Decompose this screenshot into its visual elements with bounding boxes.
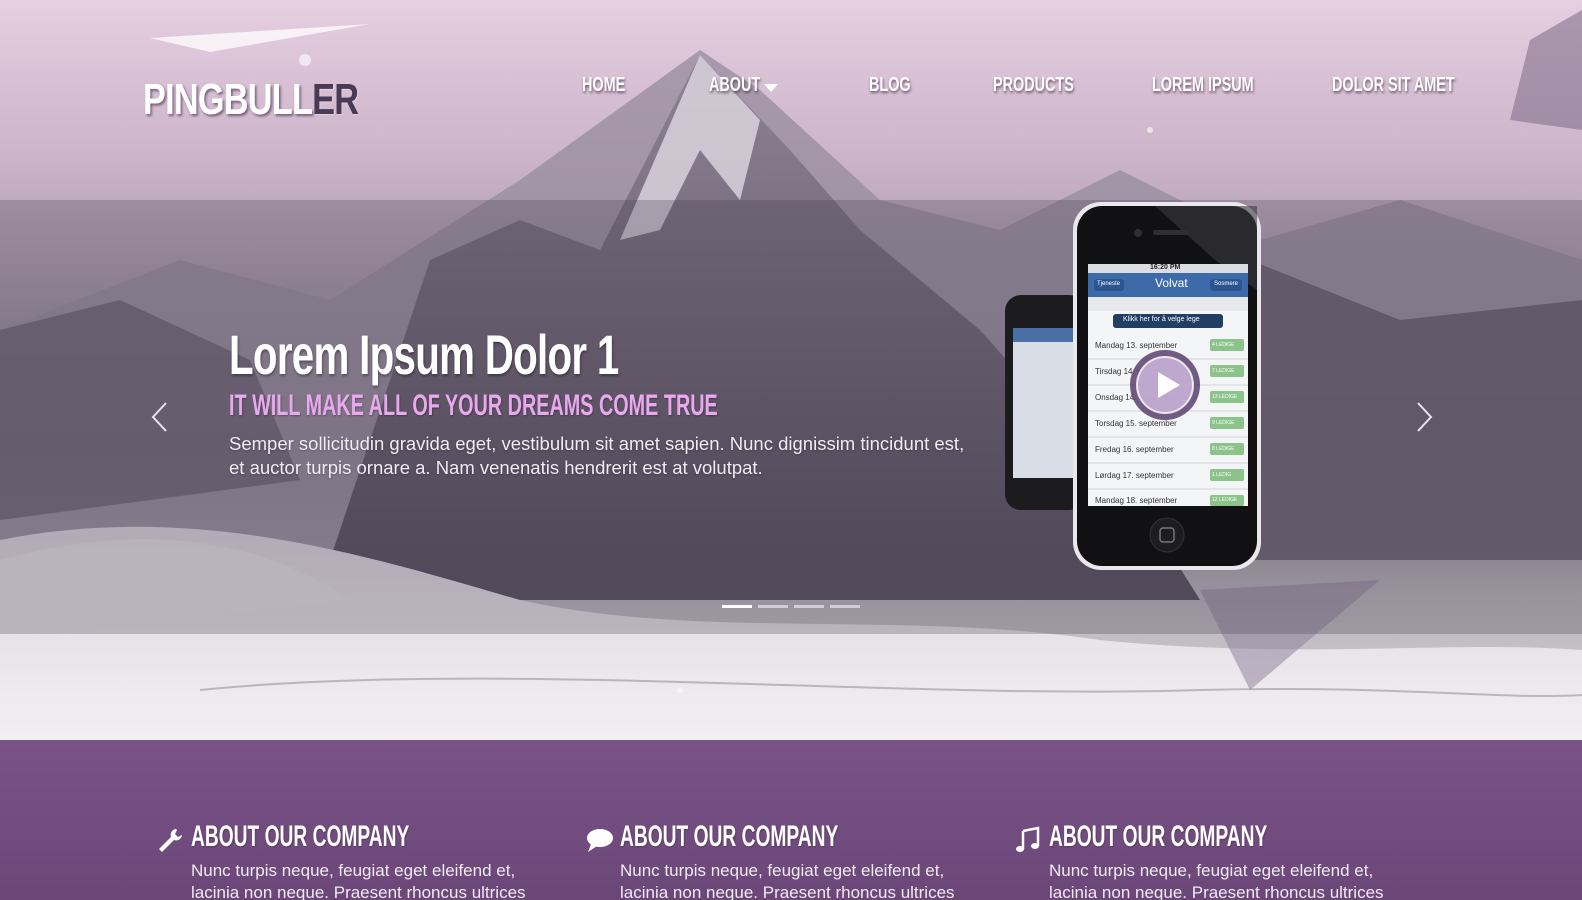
phone-row-badge: 8 LEDIGE bbox=[1212, 446, 1235, 452]
slider-prev-arrow-icon[interactable] bbox=[148, 400, 172, 434]
slide-title: Lorem Ipsum Dolor 1 bbox=[229, 323, 619, 386]
feature-text-line: Nunc turpis neque, feugiat eget eleifend… bbox=[191, 861, 516, 880]
slider-dot-2[interactable] bbox=[758, 605, 788, 608]
feature-text-line: lacinia non neque. Praesent rhoncus ultr… bbox=[1049, 883, 1384, 900]
video-play-icon[interactable] bbox=[1127, 347, 1203, 423]
about-dropdown-caret-icon[interactable] bbox=[764, 84, 778, 92]
phone-row-day: Mandag 18. september bbox=[1095, 496, 1178, 505]
feature-text-line: Nunc turpis neque, feugiat eget eleifend… bbox=[1049, 861, 1374, 880]
phone-row-badge: 12 LEDIGE bbox=[1212, 497, 1238, 503]
phone-status-time: 16:20 PM bbox=[1150, 264, 1181, 271]
logo-main-text: PINGBULL bbox=[143, 75, 313, 124]
feature-text-line: lacinia non neque. Praesent rhoncus ultr… bbox=[620, 883, 955, 900]
music-note-icon bbox=[1016, 826, 1040, 852]
slide-subtitle: IT WILL MAKE ALL OF YOUR DREAMS COME TRU… bbox=[229, 389, 718, 422]
phone-row-badge: 1 LEDIG bbox=[1212, 472, 1232, 478]
speech-bubble-icon bbox=[587, 829, 613, 852]
nav-item-products[interactable]: PRODUCTS bbox=[993, 74, 1074, 97]
nav-item-home[interactable]: HOME bbox=[582, 74, 625, 97]
feature-title: ABOUT OUR COMPANY bbox=[1049, 820, 1268, 853]
slider-dot-1[interactable] bbox=[722, 605, 752, 608]
phone-row-day: Fredag 16. september bbox=[1095, 445, 1174, 454]
phone-row-badge: 7 LEDIGE bbox=[1212, 368, 1235, 374]
site-logo[interactable]: PINGBULLER bbox=[143, 75, 359, 125]
feature-title: ABOUT OUR COMPANY bbox=[191, 820, 410, 853]
phone-select-doctor-button: Klikk her for å velge lege bbox=[1123, 316, 1200, 323]
feature-text-line: lacinia non neque. Praesent rhoncus ultr… bbox=[191, 883, 526, 900]
nav-item-dolor-sit-amet[interactable]: DOLOR SIT AMET bbox=[1332, 74, 1455, 97]
slide-description: Semper sollicitudin gravida eget, vestib… bbox=[229, 433, 965, 478]
phone-row-badge: 13 LEDIGE bbox=[1212, 394, 1238, 400]
slider-dot-3[interactable] bbox=[794, 605, 824, 608]
phone-mockup: 16:20 PM Tjeneste Volvat Sosmere Klikk h… bbox=[1005, 200, 1275, 580]
logo-accent-text: ER bbox=[312, 75, 359, 124]
feature-text-line: Nunc turpis neque, feugiat eget eleifend… bbox=[620, 861, 945, 880]
slider-next-arrow-icon[interactable] bbox=[1412, 400, 1436, 434]
phone-right-button: Sosmere bbox=[1214, 281, 1239, 287]
slider-dot-4[interactable] bbox=[830, 605, 860, 608]
wrench-icon bbox=[159, 829, 182, 852]
phone-row-day: Lørdag 17. september bbox=[1095, 471, 1174, 480]
phone-app-name: Volvat bbox=[1155, 276, 1188, 290]
nav-item-about[interactable]: ABOUT bbox=[709, 74, 760, 97]
feature-title: ABOUT OUR COMPANY bbox=[620, 820, 839, 853]
phone-back-button: Tjeneste bbox=[1097, 281, 1121, 287]
nav-item-blog[interactable]: BLOG bbox=[869, 74, 911, 97]
phone-row-badge: 9 LEDIGE bbox=[1212, 420, 1235, 426]
nav-item-lorem-ipsum[interactable]: LOREM IPSUM bbox=[1152, 74, 1254, 97]
phone-row-badge: 4 LEDIGE bbox=[1212, 342, 1235, 348]
